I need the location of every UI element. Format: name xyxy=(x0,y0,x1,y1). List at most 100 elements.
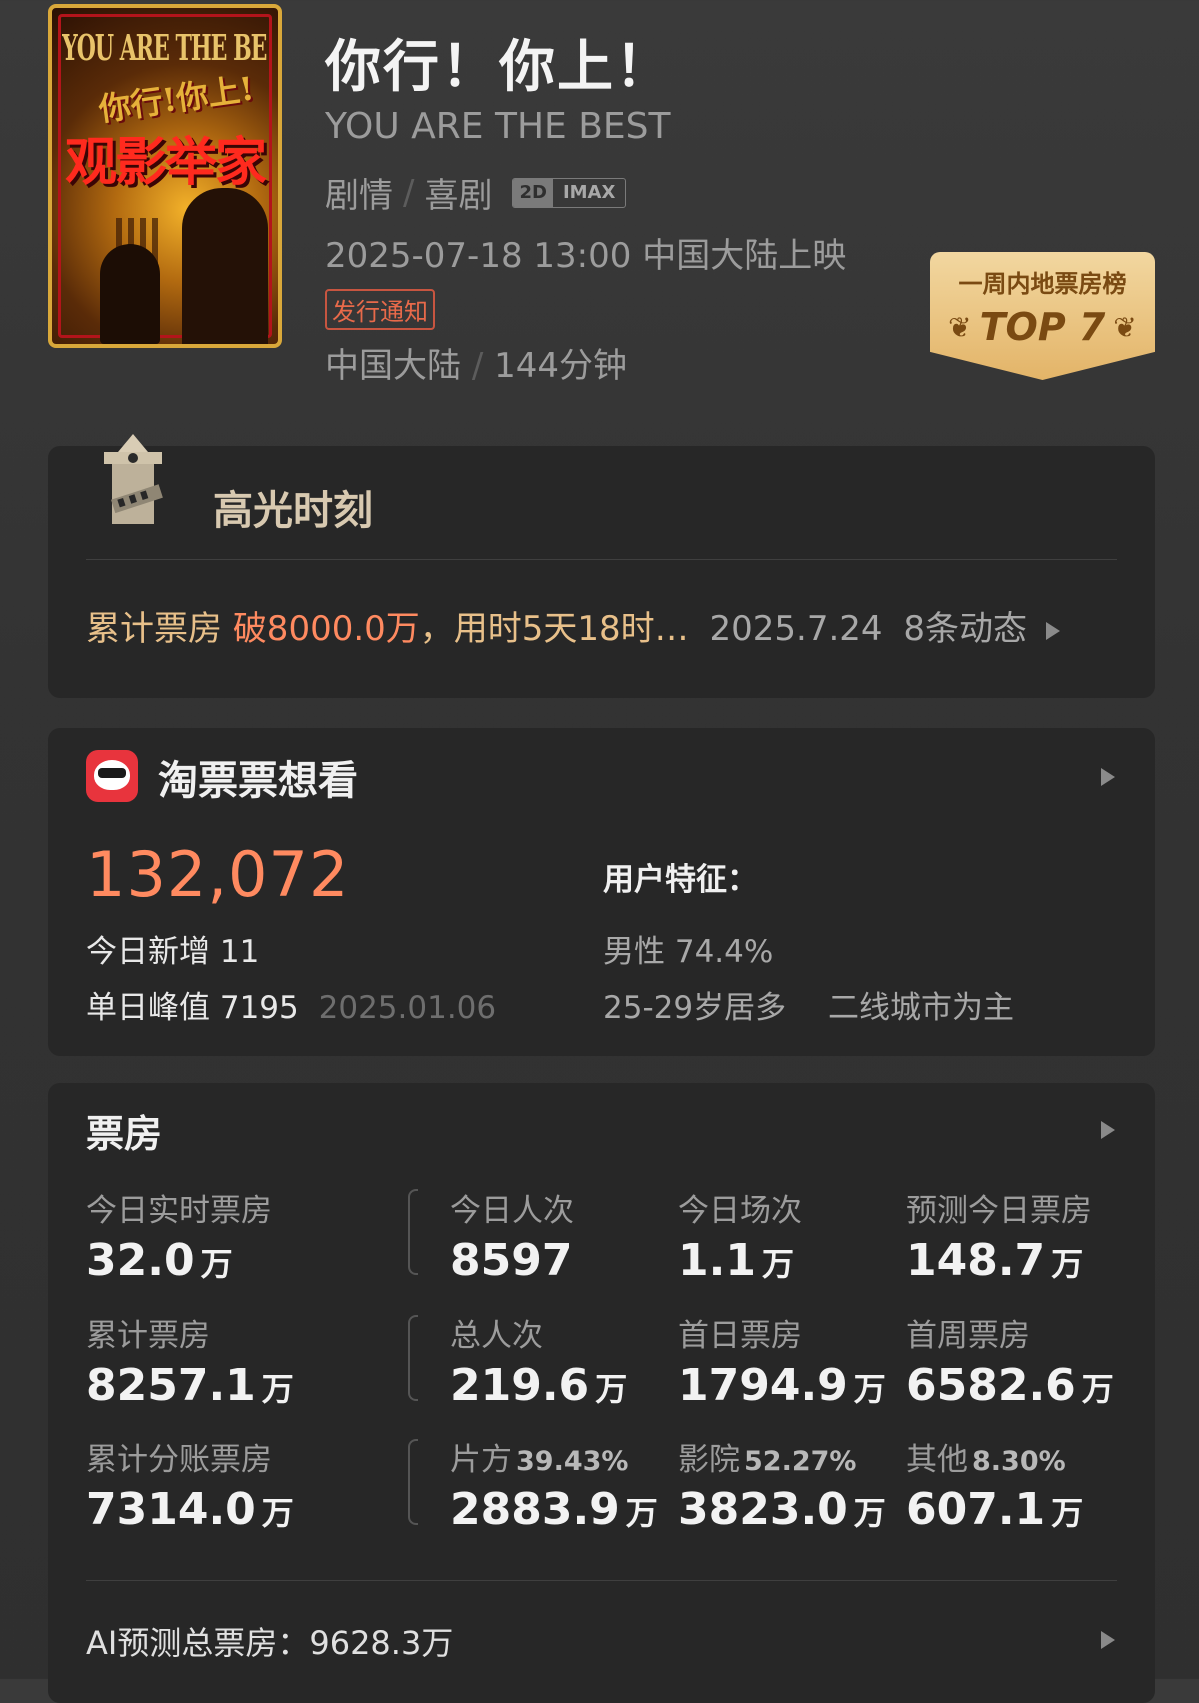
first-week-value: 6582.6 万 xyxy=(906,1360,1114,1411)
region: 中国大陆 xyxy=(325,346,461,386)
peak-row: 单日峰值 7195 2025.01.06 xyxy=(86,982,496,1027)
highlight-card[interactable]: 高光时刻 累计票房 破8000.0万，用时5天18时… 2025.7.24 8条… xyxy=(48,434,1155,698)
total-boxoffice-value: 8257.1 万 xyxy=(86,1360,294,1411)
chevron-right-icon[interactable] xyxy=(1101,1631,1115,1649)
poster-child-figure xyxy=(100,244,160,344)
rank-value: TOP 7 xyxy=(979,305,1106,349)
highlight-updates: 8条动态 xyxy=(903,609,1027,649)
today-shows-label: 今日场次 xyxy=(678,1193,802,1229)
distribution-notice-tag[interactable]: 发行通知 xyxy=(325,289,435,330)
ai-forecast-value: 9628.3万 xyxy=(309,1624,454,1662)
peak-value: 7195 xyxy=(219,990,299,1026)
divider xyxy=(86,1580,1117,1581)
highlight-suffix: ，用时5天18时… xyxy=(419,609,689,649)
boxoffice-card[interactable]: 票房 今日实时票房 32.0 万 今日人次 8597 今日场次 1.1 万 预测今日… xyxy=(48,1083,1155,1703)
other-share-value: 607.1 万 xyxy=(906,1484,1083,1535)
unit: 万 xyxy=(1081,1370,1114,1408)
divider xyxy=(86,559,1117,560)
percent: 8.30% xyxy=(972,1446,1066,1477)
poster-adult-figure xyxy=(182,188,268,344)
movie-english-title: YOU ARE THE BEST xyxy=(325,106,671,147)
total-viewers-value: 219.6 万 xyxy=(450,1360,627,1411)
percent: 52.27% xyxy=(744,1446,857,1477)
column-separator xyxy=(408,1189,418,1275)
first-day-label: 首日票房 xyxy=(678,1318,802,1354)
laurel-right-icon: ❦ xyxy=(1113,310,1137,344)
value: 607.1 xyxy=(906,1484,1046,1535)
boxoffice-title: 票房 xyxy=(86,1112,163,1156)
first-week-label: 首周票房 xyxy=(906,1318,1030,1354)
forecast-today-value: 148.7 万 xyxy=(906,1235,1083,1286)
value: 148.7 xyxy=(906,1235,1046,1286)
value: 32.0 xyxy=(86,1235,195,1286)
split-boxoffice-value: 7314.0 万 xyxy=(86,1484,294,1535)
rank-label: 一周内地票房榜 xyxy=(958,270,1127,298)
label: 片方 xyxy=(450,1442,512,1478)
logo-glasses xyxy=(98,768,126,778)
format-2d: 2D xyxy=(513,178,553,207)
split-boxoffice-label: 累计分账票房 xyxy=(86,1442,272,1478)
separator: / xyxy=(403,172,415,213)
first-day-value: 1794.9 万 xyxy=(678,1360,886,1411)
chevron-right-icon[interactable] xyxy=(1101,768,1115,786)
value: 219.6 xyxy=(450,1360,590,1411)
total-boxoffice-label: 累计票房 xyxy=(86,1318,210,1354)
duration: 144分钟 xyxy=(494,346,627,386)
unit: 万 xyxy=(1051,1245,1084,1283)
label: 其他 xyxy=(906,1442,968,1478)
today-new-value: 11 xyxy=(219,934,260,970)
weekly-rank-badge[interactable]: 一周内地票房榜 ❦ TOP 7 ❦ xyxy=(930,252,1155,380)
cinema-share-label: 影院 52.27% xyxy=(678,1434,856,1479)
ai-forecast-row[interactable]: AI预测总票房：9628.3万 xyxy=(86,1618,453,1664)
forecast-today-label: 预测今日票房 xyxy=(906,1193,1092,1229)
clapperboard-trophy-icon xyxy=(104,434,163,524)
genre-drama: 剧情 xyxy=(325,176,393,216)
producer-share-value: 2883.9 万 xyxy=(450,1484,658,1535)
cinema-share-value: 3823.0 万 xyxy=(678,1484,886,1535)
percent: 39.43% xyxy=(516,1446,629,1477)
taopiaopiao-title: 淘票票想看 xyxy=(158,758,358,804)
peak-date: 2025.01.06 xyxy=(318,990,497,1026)
unit: 万 xyxy=(625,1494,658,1532)
producer-share-label: 片方 39.43% xyxy=(450,1434,628,1479)
user-feature-label: 用户特征： xyxy=(603,862,758,898)
region-duration: 中国大陆 / 144分钟 xyxy=(325,338,627,387)
value: 8257.1 xyxy=(86,1360,256,1411)
today-shows-value: 1.1 万 xyxy=(678,1235,794,1286)
highlight-title: 高光时刻 xyxy=(213,488,373,534)
unit: 万 xyxy=(261,1494,294,1532)
total-viewers-label: 总人次 xyxy=(450,1318,543,1354)
today-viewers-value: 8597 xyxy=(450,1235,573,1286)
unit: 万 xyxy=(595,1370,628,1408)
label: 影院 xyxy=(678,1442,740,1478)
column-separator xyxy=(408,1315,418,1401)
separator: / xyxy=(471,346,484,386)
value: 6582.6 xyxy=(906,1360,1076,1411)
format-tag: 2D IMAX xyxy=(512,177,627,208)
taopiaopiao-card[interactable]: 淘票票想看 132,072 今日新增 11 单日峰值 7195 2025.01.… xyxy=(48,728,1155,1056)
unit: 万 xyxy=(200,1245,233,1283)
chevron-right-icon[interactable] xyxy=(1101,1121,1115,1139)
today-new-label: 今日新增 xyxy=(86,934,210,970)
value: 1.1 xyxy=(678,1235,756,1286)
unit: 万 xyxy=(1051,1494,1084,1532)
realtime-boxoffice-value: 32.0 万 xyxy=(86,1235,233,1286)
rank-value-row: ❦ TOP 7 ❦ xyxy=(930,305,1155,349)
realtime-boxoffice-label: 今日实时票房 xyxy=(86,1193,272,1229)
value: 1794.9 xyxy=(678,1360,848,1411)
age-stat: 25-29岁居多 xyxy=(603,990,787,1026)
value: 7314.0 xyxy=(86,1484,256,1535)
peak-label: 单日峰值 xyxy=(86,990,210,1026)
ai-forecast-label: AI预测总票房： xyxy=(86,1624,310,1662)
movie-title: 你行！你上！ xyxy=(325,35,673,100)
gender-stat: 男性 74.4% xyxy=(603,934,774,970)
movie-poster[interactable]: YOU ARE THE BEST 你行!你上! 观影举家 xyxy=(48,4,282,348)
unit: 万 xyxy=(261,1370,294,1408)
value: 2883.9 xyxy=(450,1484,620,1535)
highlight-entry[interactable]: 累计票房 破8000.0万，用时5天18时… 2025.7.24 8条动态 xyxy=(86,601,1060,650)
today-new-row: 今日新增 11 xyxy=(86,926,259,971)
laurel-left-icon: ❦ xyxy=(948,310,972,344)
city-stat: 二线城市为主 xyxy=(828,990,1014,1026)
highlight-date: 2025.7.24 xyxy=(709,609,883,649)
other-share-label: 其他 8.30% xyxy=(906,1434,1066,1479)
